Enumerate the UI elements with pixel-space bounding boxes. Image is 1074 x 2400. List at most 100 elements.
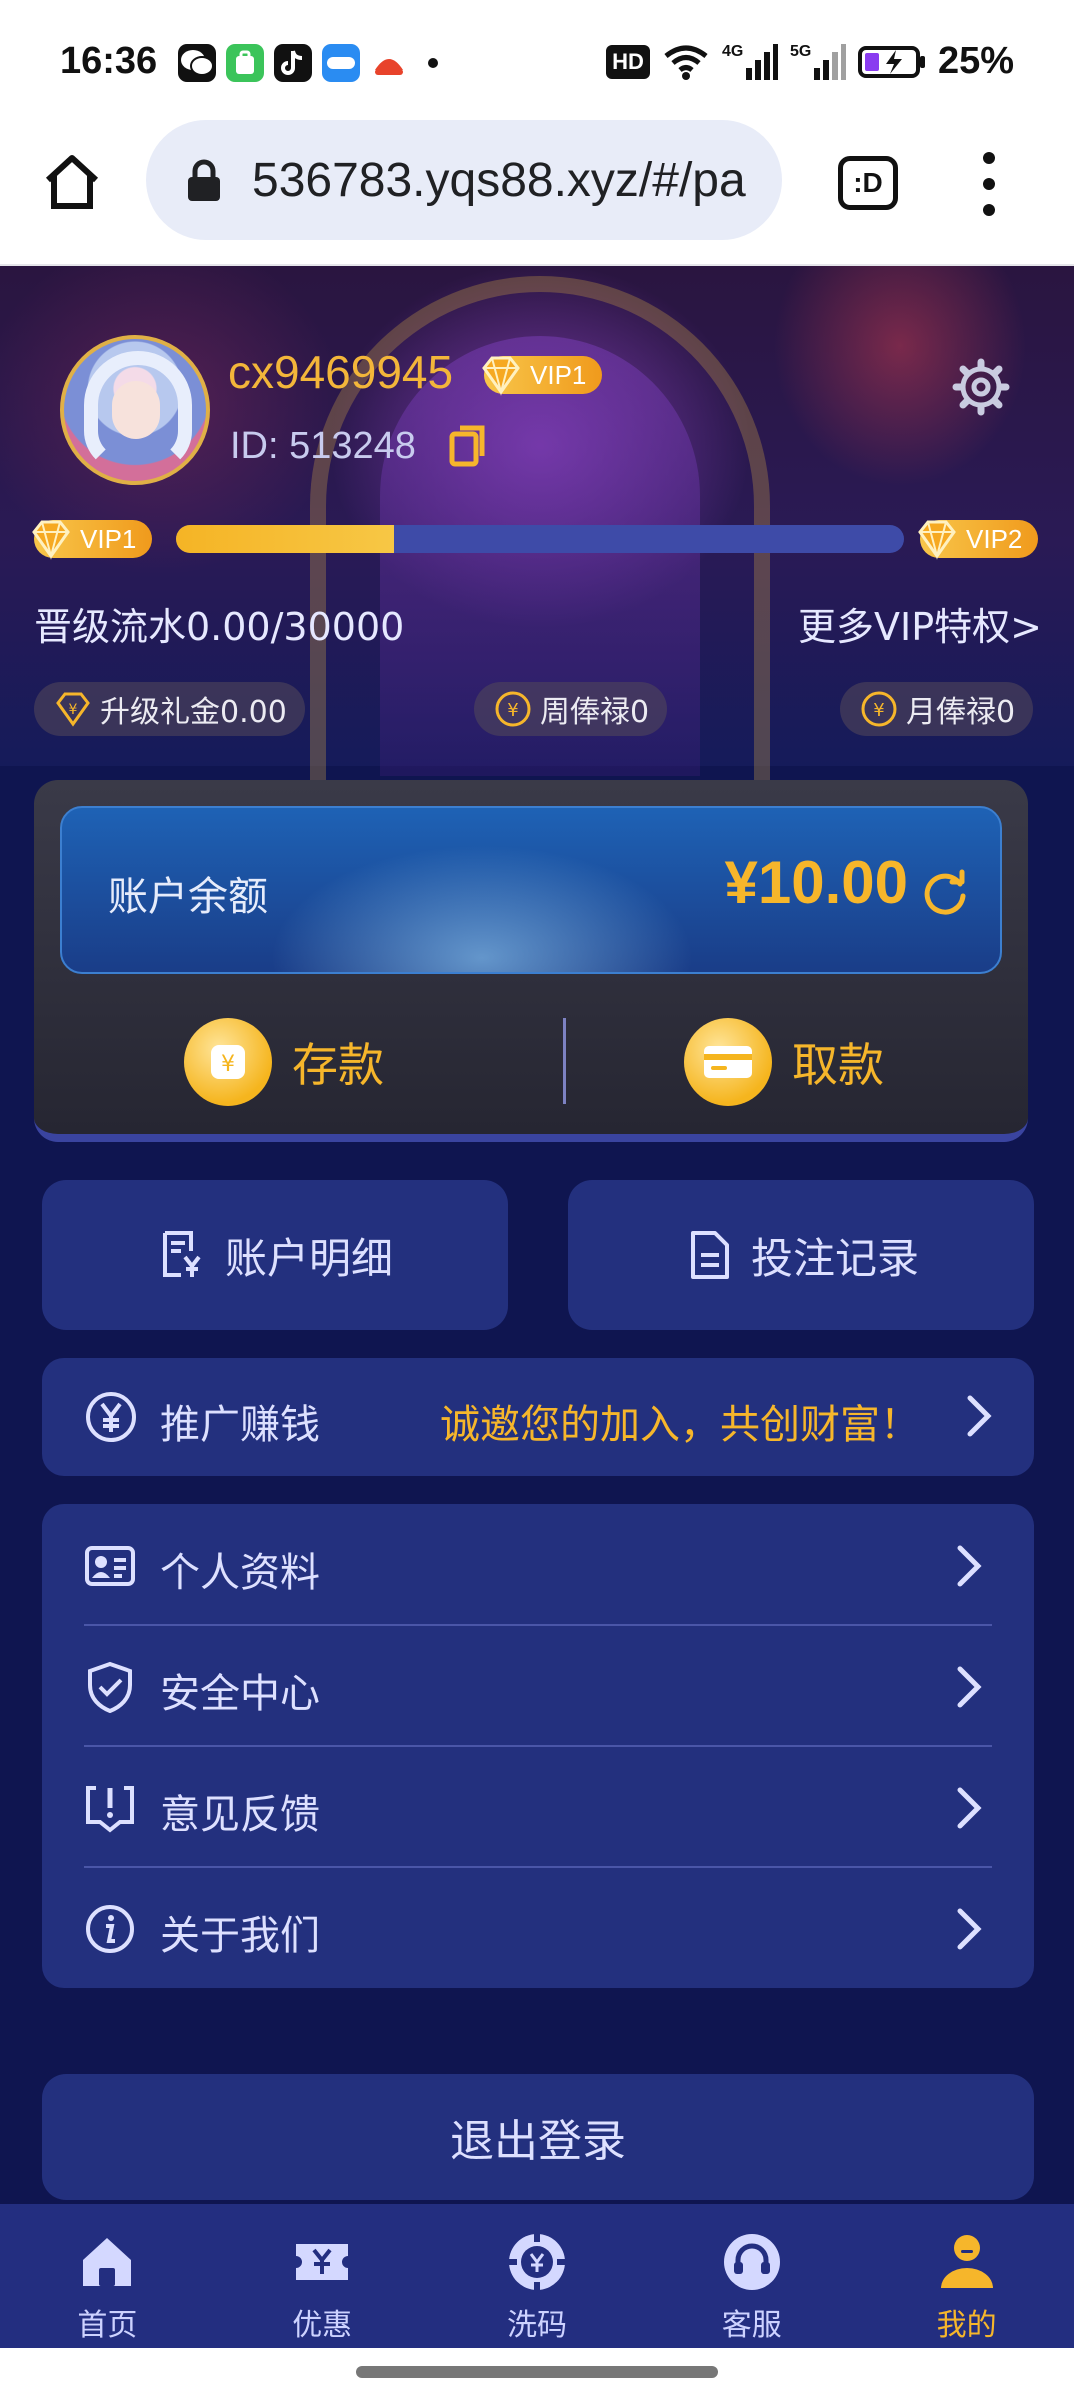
menu-label: 意见反馈 [160, 1792, 320, 1838]
upgrade-turnover: 晋级流水0.00/30000 [34, 605, 405, 649]
nav-home[interactable]: 首页 [0, 2204, 215, 2348]
perk-upgrade-bonus[interactable]: ¥ 升级礼金0.00 [34, 682, 305, 736]
next-vip-badge: VIP2 [918, 520, 1039, 560]
logout-button[interactable]: 退出登录 [42, 2074, 1034, 2200]
chip-icon [508, 2234, 565, 2290]
game-app-icon [370, 44, 408, 82]
more-vip-privileges-link[interactable]: 更多VIP特权> [798, 596, 1042, 651]
status-time: 16:36 [60, 40, 158, 82]
nav-promotions[interactable]: 优惠 [215, 2204, 430, 2348]
shield-icon [88, 1661, 132, 1713]
username: cx9469945 [228, 346, 454, 398]
headset-icon [723, 2234, 780, 2290]
deposit-button[interactable]: ¥ 存款 [184, 1018, 384, 1106]
diamond-icon [482, 356, 520, 396]
vip-progress-fill [176, 525, 395, 553]
current-vip-badge: VIP1 [32, 520, 153, 560]
chevron-right-icon [957, 1666, 982, 1708]
signal-4g-icon: 4G [722, 43, 778, 80]
status-bar: 16:36 HD 4G 5G 25% [0, 0, 1074, 122]
home-icon[interactable] [42, 152, 102, 212]
nav-rebate[interactable]: 洗码 [430, 2204, 645, 2348]
diamond-icon: ¥ [56, 692, 90, 727]
battery-percent: 25% [937, 40, 1014, 82]
browser-menu-icon[interactable] [976, 152, 1002, 216]
feedback-icon [86, 1786, 134, 1833]
diamond-icon [918, 520, 956, 560]
coupon-icon [296, 2244, 349, 2280]
wechat-icon [178, 44, 216, 82]
user-id: ID: 513248 [230, 425, 416, 467]
bet-records-label: 投注记录 [750, 1233, 919, 1283]
yen-circle-icon [86, 1392, 136, 1442]
promotion-row[interactable]: 推广赚钱 诚邀您的加入，共创财富！ [42, 1358, 1034, 1476]
svg-text:¥: ¥ [873, 700, 884, 721]
home-indicator[interactable] [356, 2366, 718, 2378]
withdraw-label: 取款 [792, 1038, 884, 1092]
menu-item-feedback[interactable]: 意见反馈 [84, 1746, 992, 1867]
refresh-icon[interactable] [920, 868, 970, 918]
home-icon [83, 2238, 132, 2286]
vip-level-text: VIP1 [530, 359, 587, 390]
svg-text:¥: ¥ [69, 702, 78, 718]
perk-monthly-salary[interactable]: ¥ 月俸禄0 [840, 682, 1034, 736]
notification-icons [178, 44, 438, 82]
wifi-icon [664, 45, 708, 80]
info-icon [86, 1905, 134, 1953]
chevron-right-icon [957, 1908, 982, 1950]
svg-text:4G: 4G [722, 43, 743, 60]
battery-icon [857, 45, 925, 78]
copy-icon[interactable] [448, 424, 488, 468]
settings-menu: 个人资料 安全中心 意见反馈 关于我们 [42, 1504, 1034, 1988]
nav-label: 客服 [721, 2308, 782, 2343]
withdraw-icon [684, 1018, 772, 1106]
current-vip-text: VIP1 [80, 523, 137, 554]
wallet-divider [563, 1018, 566, 1104]
url-field[interactable]: 536783.yqs88.xyz/#/pa [146, 120, 782, 240]
account-details-icon [162, 1231, 201, 1277]
system-gesture-area [0, 2348, 1074, 2400]
account-details-button[interactable]: 账户明细 [42, 1180, 508, 1330]
deposit-label: 存款 [292, 1038, 384, 1092]
menu-item-about[interactable]: 关于我们 [84, 1867, 992, 1988]
next-vip-text: VIP2 [966, 523, 1023, 554]
svg-text:¥: ¥ [221, 1052, 235, 1077]
promotion-slogan: 诚邀您的加入，共创财富！ [440, 1402, 920, 1448]
wallet-card: 账户余额 ¥10.00 ¥ 存款 取款 [34, 780, 1028, 1142]
vip-level-badge: VIP1 [482, 356, 603, 396]
menu-item-security[interactable]: 安全中心 [84, 1625, 992, 1746]
yen-coin-icon: ¥ [495, 691, 531, 727]
bottom-navigation: 首页 优惠 洗码 客服 我的 [0, 2204, 1074, 2348]
lock-icon [188, 159, 220, 201]
svg-text:5G: 5G [790, 43, 811, 60]
perk-label: 升级礼金0.00 [100, 695, 287, 730]
profile-icon [940, 2235, 993, 2288]
nav-mine[interactable]: 我的 [859, 2204, 1074, 2348]
nav-customer-service[interactable]: 客服 [644, 2204, 859, 2348]
account-details-label: 账户明细 [224, 1233, 393, 1283]
balance-value: ¥10.00 [724, 849, 908, 916]
balance-label: 账户余额 [108, 874, 268, 920]
menu-item-profile[interactable]: 个人资料 [84, 1504, 992, 1625]
tiktok-icon [274, 44, 312, 82]
hello-app-icon [322, 44, 360, 82]
bet-records-button[interactable]: 投注记录 [568, 1180, 1034, 1330]
bet-records-icon [690, 1231, 729, 1279]
withdraw-button[interactable]: 取款 [684, 1018, 884, 1106]
vip-progress-bar [176, 525, 904, 553]
gear-icon[interactable] [952, 358, 1010, 416]
url-text: 536783.yqs88.xyz/#/pa [252, 153, 746, 207]
nav-label: 我的 [936, 2308, 997, 2343]
signal-5g-icon: 5G [790, 43, 846, 80]
system-status: HD 4G 5G 25% [606, 40, 1014, 83]
id-card-icon [85, 1546, 135, 1586]
nav-label: 优惠 [292, 2308, 353, 2343]
perk-weekly-salary[interactable]: ¥ 周俸禄0 [474, 682, 668, 736]
nav-label: 首页 [77, 2308, 138, 2343]
diamond-icon [32, 520, 70, 560]
tab-switcher-button[interactable]: :D [838, 156, 898, 210]
nav-label: 洗码 [506, 2308, 567, 2343]
svg-text:¥: ¥ [507, 700, 518, 721]
chevron-right-icon [957, 1545, 982, 1587]
avatar[interactable] [60, 335, 210, 485]
